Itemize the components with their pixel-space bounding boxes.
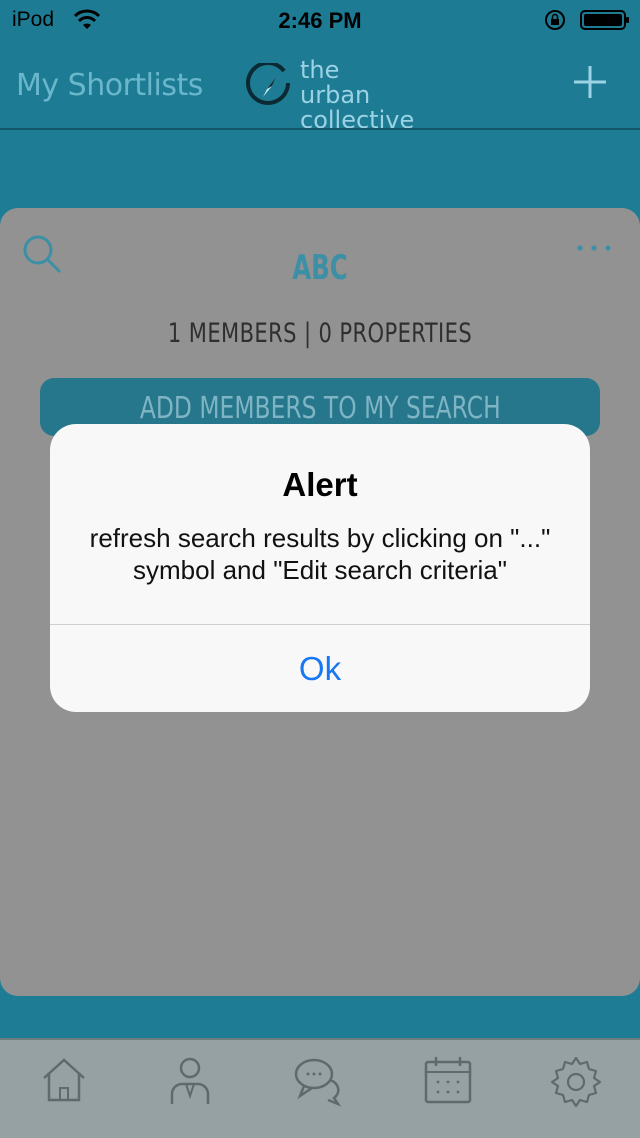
- alert-message: refresh search results by clicking on ".…: [89, 523, 551, 585]
- tab-bar: [0, 1038, 640, 1138]
- chat-icon[interactable]: [290, 1052, 346, 1108]
- shortlist-title: ABC: [292, 248, 348, 288]
- battery-icon: [580, 10, 629, 30]
- logo-line-1: the urban: [300, 56, 371, 109]
- settings-icon[interactable]: [548, 1052, 604, 1108]
- shortlist-meta: 1 MEMBERS | 0 PROPERTIES: [167, 318, 473, 349]
- rotation-lock-icon: [545, 10, 565, 30]
- status-bar: iPod 2:46 PM: [0, 0, 640, 40]
- app-logo: the urban collective: [246, 58, 414, 133]
- profile-icon[interactable]: [162, 1052, 218, 1108]
- alert-dialog: Alert refresh search results by clicking…: [50, 424, 590, 712]
- calendar-icon[interactable]: [420, 1052, 476, 1108]
- search-icon[interactable]: [20, 232, 66, 278]
- more-options-icon[interactable]: [574, 242, 614, 254]
- ok-button[interactable]: Ok: [50, 625, 590, 712]
- navigation-bar: My Shortlists the urban collective: [0, 40, 640, 133]
- home-icon[interactable]: [36, 1052, 92, 1108]
- logo-text: the urban collective: [300, 58, 414, 133]
- alert-title: Alert: [282, 466, 358, 503]
- compass-icon: [246, 63, 290, 105]
- add-shortlist-button[interactable]: [570, 62, 610, 102]
- page-title: My Shortlists: [16, 68, 203, 103]
